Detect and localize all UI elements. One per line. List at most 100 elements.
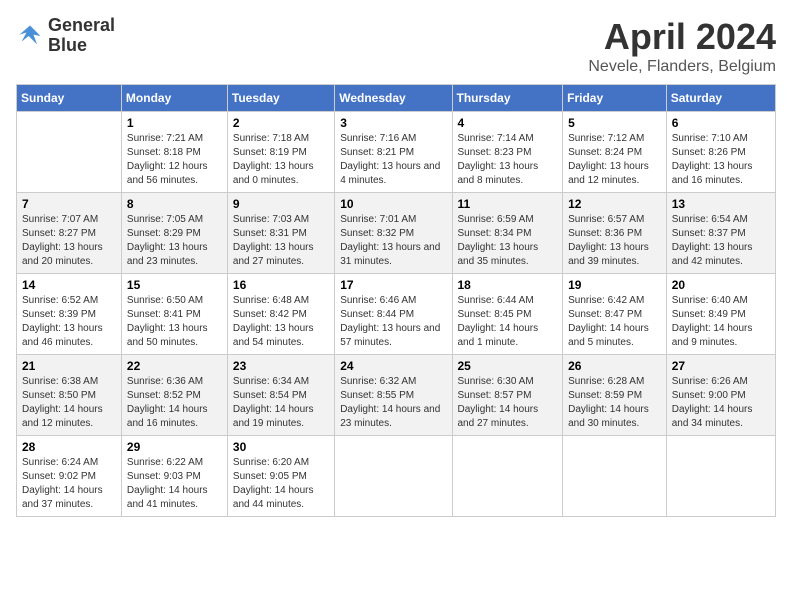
calendar-cell xyxy=(335,436,452,517)
calendar-cell: 9 Sunrise: 7:03 AM Sunset: 8:31 PM Daylig… xyxy=(227,193,334,274)
day-number: 25 xyxy=(458,359,558,373)
calendar-cell: 8 Sunrise: 7:05 AM Sunset: 8:29 PM Daylig… xyxy=(121,193,227,274)
day-number: 12 xyxy=(568,197,661,211)
logo-icon xyxy=(16,22,44,50)
day-number: 3 xyxy=(340,116,446,130)
day-number: 8 xyxy=(127,197,222,211)
calendar-cell: 4Sunrise: 7:14 AM Sunset: 8:23 PM Daylig… xyxy=(452,112,563,193)
week-row-3: 14 Sunrise: 6:52 AM Sunset: 8:39 PM Dayli… xyxy=(17,274,776,355)
calendar-cell: 29 Sunrise: 6:22 AM Sunset: 9:03 PM Dayli… xyxy=(121,436,227,517)
week-row-1: 1Sunrise: 7:21 AM Sunset: 8:18 PM Daylig… xyxy=(17,112,776,193)
day-number: 24 xyxy=(340,359,446,373)
calendar-cell: 22Sunrise: 6:36 AM Sunset: 8:52 PM Dayli… xyxy=(121,355,227,436)
day-number: 14 xyxy=(22,278,116,292)
header-day-thursday: Thursday xyxy=(452,85,563,112)
week-row-2: 7 Sunrise: 7:07 AM Sunset: 8:27 PM Daylig… xyxy=(17,193,776,274)
day-info: Sunrise: 6:48 AM Sunset: 8:42 PM Dayligh… xyxy=(233,294,329,350)
day-info: Sunrise: 6:32 AM Sunset: 8:55 PM Dayligh… xyxy=(340,375,446,431)
calendar-cell: 1Sunrise: 7:21 AM Sunset: 8:18 PM Daylig… xyxy=(121,112,227,193)
day-info: Sunrise: 6:30 AM Sunset: 8:57 PM Dayligh… xyxy=(458,375,558,431)
day-info: Sunrise: 6:38 AM Sunset: 8:50 PM Dayligh… xyxy=(22,375,116,431)
header-day-wednesday: Wednesday xyxy=(335,85,452,112)
logo: General Blue xyxy=(16,16,115,56)
header-day-tuesday: Tuesday xyxy=(227,85,334,112)
day-number: 21 xyxy=(22,359,116,373)
calendar-cell: 15Sunrise: 6:50 AM Sunset: 8:41 PM Dayli… xyxy=(121,274,227,355)
month-title: April 2024 xyxy=(588,16,776,58)
calendar-cell: 6 Sunrise: 7:10 AM Sunset: 8:26 PM Daylig… xyxy=(666,112,775,193)
day-number: 26 xyxy=(568,359,661,373)
day-info: Sunrise: 6:44 AM Sunset: 8:45 PM Dayligh… xyxy=(458,294,558,350)
calendar-cell: 5 Sunrise: 7:12 AM Sunset: 8:24 PM Daylig… xyxy=(563,112,667,193)
calendar-cell: 27Sunrise: 6:26 AM Sunset: 9:00 PM Dayli… xyxy=(666,355,775,436)
day-info: Sunrise: 7:12 AM Sunset: 8:24 PM Dayligh… xyxy=(568,132,661,188)
calendar-cell: 21 Sunrise: 6:38 AM Sunset: 8:50 PM Dayli… xyxy=(17,355,122,436)
calendar-cell: 26 Sunrise: 6:28 AM Sunset: 8:59 PM Dayli… xyxy=(563,355,667,436)
calendar-cell: 19 Sunrise: 6:42 AM Sunset: 8:47 PM Dayli… xyxy=(563,274,667,355)
day-number: 16 xyxy=(233,278,329,292)
day-info: Sunrise: 6:40 AM Sunset: 8:49 PM Dayligh… xyxy=(672,294,770,350)
day-info: Sunrise: 6:22 AM Sunset: 9:03 PM Dayligh… xyxy=(127,456,222,512)
day-number: 22 xyxy=(127,359,222,373)
day-number: 18 xyxy=(458,278,558,292)
day-number: 17 xyxy=(340,278,446,292)
calendar-table: SundayMondayTuesdayWednesdayThursdayFrid… xyxy=(16,84,776,517)
calendar-cell xyxy=(666,436,775,517)
day-number: 11 xyxy=(458,197,558,211)
calendar-cell: 10 Sunrise: 7:01 AM Sunset: 8:32 PM Dayli… xyxy=(335,193,452,274)
title-block: April 2024 Nevele, Flanders, Belgium xyxy=(588,16,776,76)
calendar-cell: 3 Sunrise: 7:16 AM Sunset: 8:21 PM Daylig… xyxy=(335,112,452,193)
header-day-sunday: Sunday xyxy=(17,85,122,112)
calendar-cell: 11 Sunrise: 6:59 AM Sunset: 8:34 PM Dayli… xyxy=(452,193,563,274)
calendar-cell: 30Sunrise: 6:20 AM Sunset: 9:05 PM Dayli… xyxy=(227,436,334,517)
day-info: Sunrise: 7:21 AM Sunset: 8:18 PM Dayligh… xyxy=(127,132,222,188)
day-info: Sunrise: 6:57 AM Sunset: 8:36 PM Dayligh… xyxy=(568,213,661,269)
day-number: 30 xyxy=(233,440,329,454)
day-info: Sunrise: 7:18 AM Sunset: 8:19 PM Dayligh… xyxy=(233,132,329,188)
week-row-4: 21 Sunrise: 6:38 AM Sunset: 8:50 PM Dayli… xyxy=(17,355,776,436)
day-number: 15 xyxy=(127,278,222,292)
day-info: Sunrise: 6:52 AM Sunset: 8:39 PM Dayligh… xyxy=(22,294,116,350)
calendar-header-row: SundayMondayTuesdayWednesdayThursdayFrid… xyxy=(17,85,776,112)
day-info: Sunrise: 7:01 AM Sunset: 8:32 PM Dayligh… xyxy=(340,213,446,269)
header-day-friday: Friday xyxy=(563,85,667,112)
day-info: Sunrise: 7:03 AM Sunset: 8:31 PM Dayligh… xyxy=(233,213,329,269)
week-row-5: 28 Sunrise: 6:24 AM Sunset: 9:02 PM Dayli… xyxy=(17,436,776,517)
calendar-cell: 7 Sunrise: 7:07 AM Sunset: 8:27 PM Daylig… xyxy=(17,193,122,274)
day-number: 10 xyxy=(340,197,446,211)
calendar-cell: 16 Sunrise: 6:48 AM Sunset: 8:42 PM Dayli… xyxy=(227,274,334,355)
day-info: Sunrise: 6:59 AM Sunset: 8:34 PM Dayligh… xyxy=(458,213,558,269)
day-info: Sunrise: 6:26 AM Sunset: 9:00 PM Dayligh… xyxy=(672,375,770,431)
day-info: Sunrise: 6:46 AM Sunset: 8:44 PM Dayligh… xyxy=(340,294,446,350)
day-info: Sunrise: 6:34 AM Sunset: 8:54 PM Dayligh… xyxy=(233,375,329,431)
calendar-cell: 28 Sunrise: 6:24 AM Sunset: 9:02 PM Dayli… xyxy=(17,436,122,517)
day-number: 9 xyxy=(233,197,329,211)
calendar-cell xyxy=(563,436,667,517)
day-number: 7 xyxy=(22,197,116,211)
day-info: Sunrise: 7:07 AM Sunset: 8:27 PM Dayligh… xyxy=(22,213,116,269)
day-number: 2 xyxy=(233,116,329,130)
day-info: Sunrise: 7:05 AM Sunset: 8:29 PM Dayligh… xyxy=(127,213,222,269)
day-number: 29 xyxy=(127,440,222,454)
day-info: Sunrise: 6:28 AM Sunset: 8:59 PM Dayligh… xyxy=(568,375,661,431)
day-info: Sunrise: 6:24 AM Sunset: 9:02 PM Dayligh… xyxy=(22,456,116,512)
calendar-cell: 17 Sunrise: 6:46 AM Sunset: 8:44 PM Dayli… xyxy=(335,274,452,355)
calendar-cell: 14 Sunrise: 6:52 AM Sunset: 8:39 PM Dayli… xyxy=(17,274,122,355)
calendar-cell: 23Sunrise: 6:34 AM Sunset: 8:54 PM Dayli… xyxy=(227,355,334,436)
day-number: 28 xyxy=(22,440,116,454)
header-day-monday: Monday xyxy=(121,85,227,112)
day-number: 13 xyxy=(672,197,770,211)
day-info: Sunrise: 6:54 AM Sunset: 8:37 PM Dayligh… xyxy=(672,213,770,269)
day-info: Sunrise: 7:14 AM Sunset: 8:23 PM Dayligh… xyxy=(458,132,558,188)
day-info: Sunrise: 7:16 AM Sunset: 8:21 PM Dayligh… xyxy=(340,132,446,188)
calendar-cell xyxy=(452,436,563,517)
day-info: Sunrise: 7:10 AM Sunset: 8:26 PM Dayligh… xyxy=(672,132,770,188)
day-info: Sunrise: 6:42 AM Sunset: 8:47 PM Dayligh… xyxy=(568,294,661,350)
day-number: 6 xyxy=(672,116,770,130)
header: General Blue April 2024 Nevele, Flanders… xyxy=(16,16,776,76)
calendar-cell: 13 Sunrise: 6:54 AM Sunset: 8:37 PM Dayli… xyxy=(666,193,775,274)
day-number: 5 xyxy=(568,116,661,130)
day-number: 19 xyxy=(568,278,661,292)
day-number: 20 xyxy=(672,278,770,292)
location-title: Nevele, Flanders, Belgium xyxy=(588,58,776,76)
